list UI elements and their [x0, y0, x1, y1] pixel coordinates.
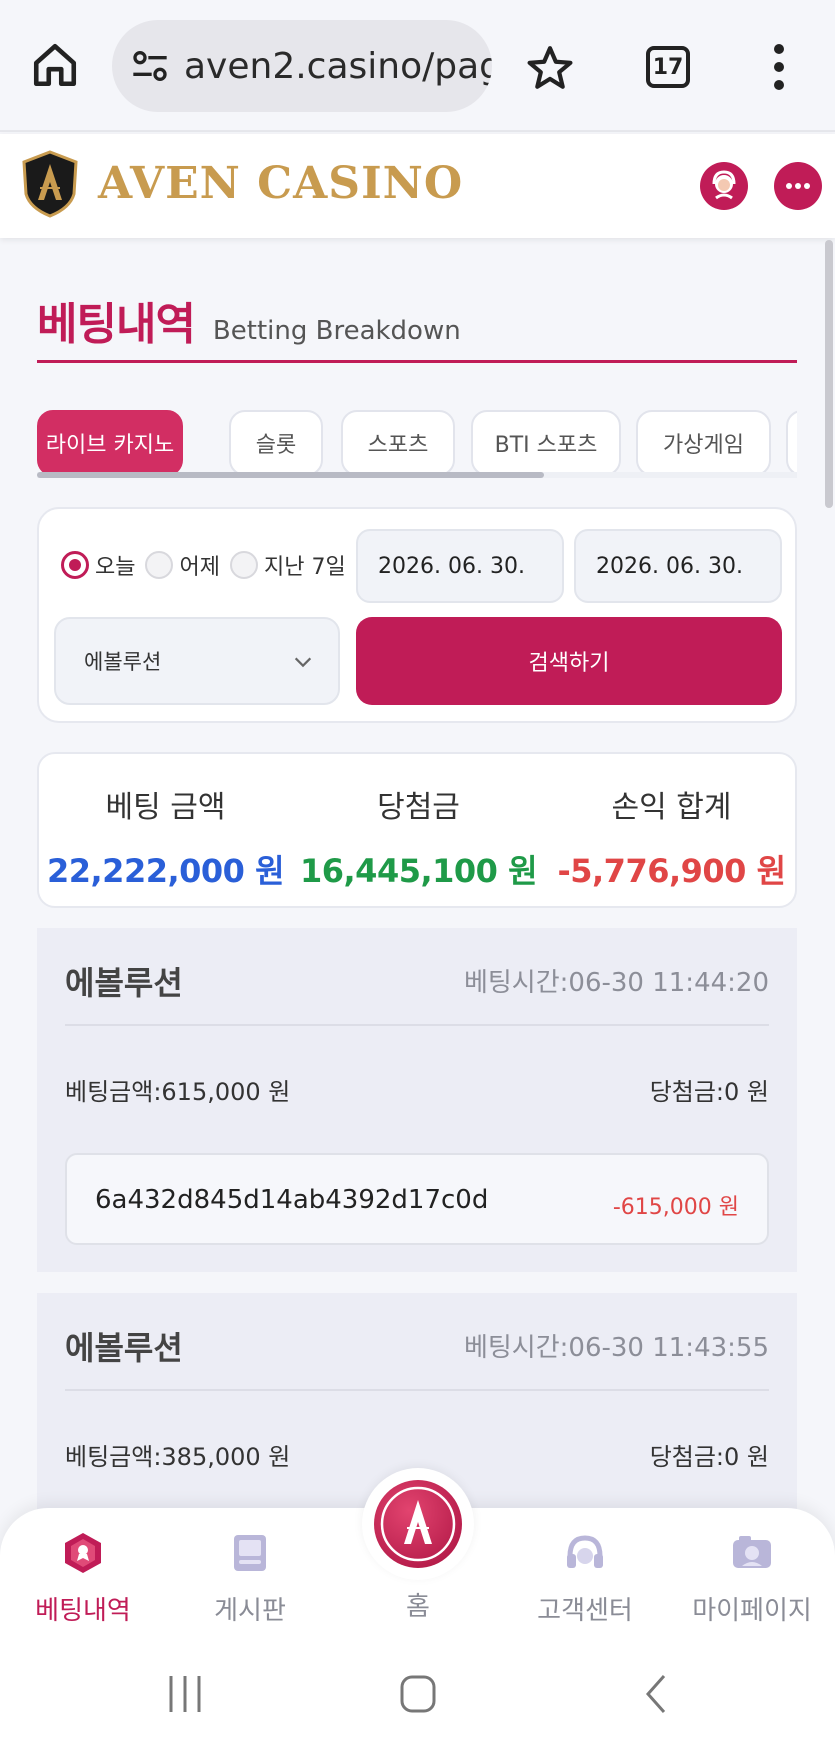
- home-system-icon[interactable]: [398, 1670, 438, 1718]
- record-provider: 에볼루션: [65, 1329, 183, 1367]
- home-icon[interactable]: [30, 40, 80, 90]
- category-tabs: 라이브 카지노 슬롯 스포츠 BTI 스포츠 가상게임: [37, 410, 797, 478]
- tab-more-partial[interactable]: [786, 410, 797, 476]
- nav-customer-center[interactable]: 고객센터: [505, 1530, 665, 1627]
- site-settings-icon[interactable]: [130, 46, 170, 86]
- radio-today[interactable]: 오늘: [61, 549, 135, 581]
- summary-winnings: 당첨금 16,445,100 원: [292, 782, 545, 892]
- radio-last-7-days-circle[interactable]: [229, 551, 258, 579]
- tab-bti-sports[interactable]: BTI 스포츠: [471, 410, 621, 476]
- record-time: 베팅시간:06-30 11:44:20: [463, 968, 769, 998]
- record-winnings: 당첨금:0 원: [649, 1443, 769, 1471]
- url-text: aven2.casino/pag: [184, 45, 492, 87]
- provider-select-value: 에볼루션: [84, 650, 162, 674]
- tab-slot[interactable]: 슬롯: [229, 410, 323, 476]
- page-title-ko: 베팅내역: [37, 299, 196, 350]
- radio-yesterday-circle[interactable]: [145, 551, 174, 579]
- radio-last-7-days[interactable]: 지난 7일: [229, 549, 346, 581]
- summary-pl-value: -5,776,900 원: [557, 852, 786, 890]
- summary-profit-loss: 손익 합계 -5,776,900 원: [545, 782, 798, 892]
- record-divider: [65, 1389, 769, 1391]
- site-logo-text[interactable]: AVEN CASINO: [98, 158, 463, 209]
- summary-win-value: 16,445,100 원: [299, 852, 538, 890]
- record-winnings: 당첨금:0 원: [649, 1078, 769, 1106]
- title-divider: [37, 360, 797, 363]
- tab-sports[interactable]: 스포츠: [341, 410, 455, 476]
- search-button[interactable]: 검색하기: [356, 617, 782, 705]
- radio-last-7-days-label: 지난 7일: [263, 555, 346, 580]
- board-icon: [234, 1535, 266, 1571]
- record-detail-row[interactable]: 6a432d845d14ab4392d17c0d -615,000 원: [65, 1153, 769, 1245]
- date-to-input[interactable]: 2026. 06. 30.: [574, 529, 782, 603]
- summary-pl-label: 손익 합계: [611, 790, 732, 825]
- system-navigation-bar: [0, 1640, 835, 1748]
- chat-icon[interactable]: [774, 162, 822, 210]
- radio-today-circle[interactable]: [61, 551, 89, 579]
- site-header: AVEN CASINO: [0, 134, 835, 238]
- tab-virtual-game[interactable]: 가상게임: [636, 410, 771, 476]
- browser-toolbar: aven2.casino/pag 17: [0, 0, 835, 132]
- radio-yesterday[interactable]: 어제: [145, 549, 220, 581]
- mypage-icon: [733, 1536, 771, 1568]
- record-transaction-id: 6a432d845d14ab4392d17c0d: [95, 1185, 489, 1215]
- nav-mypage[interactable]: 마이페이지: [672, 1530, 832, 1627]
- recent-apps-icon[interactable]: [165, 1670, 205, 1718]
- nav-home-label: 홈: [406, 1592, 430, 1622]
- star-icon[interactable]: [525, 43, 575, 93]
- page-scrollbar[interactable]: [825, 240, 833, 508]
- more-vert-icon[interactable]: [773, 44, 785, 90]
- radio-today-label: 오늘: [95, 555, 136, 580]
- home-logo-button[interactable]: [362, 1468, 474, 1580]
- search-panel: 오늘 어제 지난 7일 2026. 06. 30. 2026. 06. 30. …: [37, 507, 797, 723]
- record-bet-amount: 베팅금액:615,000 원: [65, 1078, 291, 1106]
- tabs-icon[interactable]: 17: [646, 46, 690, 88]
- betting-summary: 베팅 금액 22,222,000 원 당첨금 16,445,100 원 손익 합…: [37, 752, 797, 908]
- nav-board[interactable]: 게시판: [170, 1530, 330, 1627]
- tabs-scrollbar[interactable]: [37, 472, 544, 478]
- headset-icon: [567, 1535, 603, 1568]
- provider-select[interactable]: 에볼루션: [54, 617, 340, 705]
- summary-bet-amount: 베팅 금액 22,222,000 원: [39, 782, 292, 892]
- bet-record: 에볼루션 베팅시간:06-30 11:44:20 베팅금액:615,000 원 …: [37, 928, 797, 1272]
- radio-yesterday-label: 어제: [179, 555, 220, 580]
- date-from-input[interactable]: 2026. 06. 30.: [356, 529, 564, 603]
- nav-betting-history-label: 베팅내역: [35, 1596, 131, 1626]
- page-title: 베팅내역 Betting Breakdown: [37, 288, 461, 352]
- record-divider: [65, 1024, 769, 1026]
- record-bet-amount: 베팅금액:385,000 원: [65, 1443, 291, 1471]
- back-icon[interactable]: [636, 1670, 676, 1718]
- support-agent-icon[interactable]: [700, 162, 748, 210]
- nav-mypage-label: 마이페이지: [692, 1596, 812, 1626]
- address-bar[interactable]: aven2.casino/pag: [112, 20, 492, 112]
- chevron-down-icon: [294, 657, 312, 668]
- nav-board-label: 게시판: [214, 1596, 286, 1626]
- home-logo-icon: [380, 1486, 456, 1562]
- page-title-en: Betting Breakdown: [212, 316, 461, 346]
- aven-logo-emblem[interactable]: [20, 150, 80, 218]
- nav-betting-history[interactable]: 베팅내역: [3, 1530, 163, 1627]
- nav-customer-center-label: 고객센터: [537, 1596, 633, 1626]
- summary-bet-value: 22,222,000 원: [46, 852, 285, 890]
- tab-count: 17: [652, 54, 684, 80]
- betting-history-icon: [65, 1533, 101, 1573]
- period-radio-group: 오늘 어제 지난 7일: [61, 549, 356, 581]
- summary-win-label: 당첨금: [377, 790, 460, 825]
- record-time: 베팅시간:06-30 11:43:55: [463, 1333, 769, 1363]
- summary-bet-label: 베팅 금액: [105, 790, 226, 825]
- record-profit-loss: -615,000 원: [612, 1195, 739, 1220]
- tab-live-casino[interactable]: 라이브 카지노: [37, 410, 183, 476]
- record-provider: 에볼루션: [65, 964, 183, 1002]
